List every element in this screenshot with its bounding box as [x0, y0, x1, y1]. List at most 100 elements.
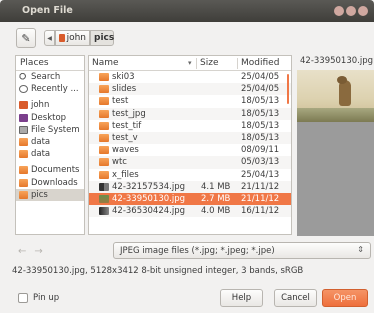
column-name[interactable]: Name [92, 58, 119, 68]
column-size[interactable]: Size [200, 58, 218, 68]
drive-icon [19, 125, 28, 134]
pin-up-checkbox[interactable] [18, 293, 28, 303]
place-search[interactable]: Search [16, 71, 84, 83]
maximize-button[interactable] [346, 6, 356, 16]
file-modified: 18/05/13 [241, 96, 280, 107]
file-modified: 25/04/05 [241, 84, 280, 95]
nav-arrows: ←→ [18, 246, 51, 257]
file-modified: 05/03/13 [241, 157, 280, 168]
file-name: test_v [112, 132, 138, 143]
file-row[interactable]: test 18/05/13 [89, 95, 291, 107]
window-title: Open File [22, 5, 73, 16]
place-pics[interactable]: pics [16, 188, 84, 201]
image-info: 42-33950130.jpg, 5128x3412 8-bit unsigne… [12, 266, 304, 276]
file-type-filter[interactable]: JPEG image files (*.jpg; *.jpeg; *.jpe) … [113, 242, 371, 259]
home-icon [59, 34, 65, 42]
folder-icon [19, 178, 28, 187]
window-controls [334, 6, 368, 16]
folder-icon [99, 109, 109, 118]
pencil-icon: ✎ [21, 31, 31, 45]
home-icon [19, 101, 28, 110]
folder-icon [19, 166, 28, 175]
folder-icon [99, 158, 109, 167]
file-name: 42-32157534.jpg [112, 181, 186, 192]
preview-pane [297, 70, 374, 236]
file-size: 4.0 MB [201, 206, 231, 217]
help-button[interactable]: Help [220, 289, 263, 307]
file-modified: 18/05/13 [241, 120, 280, 131]
file-row[interactable]: 42-36530424.jpg 4.0 MB 16/11/12 [89, 205, 291, 218]
file-modified: 18/05/13 [241, 132, 280, 143]
column-modified[interactable]: Modified [241, 58, 279, 68]
location-toolbar: ✎ ◀ john pics [0, 22, 374, 54]
file-row[interactable]: ski03 25/04/05 [89, 71, 291, 83]
file-modified: 21/11/12 [241, 181, 280, 192]
close-button[interactable] [358, 6, 368, 16]
file-name: ski03 [112, 72, 135, 82]
file-size: 2.7 MB [201, 193, 231, 204]
file-name: test_tif [112, 120, 142, 131]
file-row[interactable]: test_jpg 18/05/13 [89, 107, 291, 120]
clock-icon [19, 85, 28, 94]
file-modified: 21/11/12 [241, 193, 280, 204]
folder-icon [19, 138, 28, 147]
file-name: test [112, 96, 129, 107]
type-location-button[interactable]: ✎ [16, 28, 36, 48]
folder-icon [19, 150, 28, 159]
folder-icon [99, 85, 109, 94]
file-name: wtc [112, 157, 127, 168]
image-icon [99, 182, 109, 191]
places-sidebar: Places Search Recently ... john Desktop … [15, 55, 85, 235]
place-data-1[interactable]: data [16, 136, 84, 148]
file-modified: 18/05/13 [241, 108, 280, 119]
place-recently-used[interactable]: Recently ... [16, 83, 84, 95]
sort-chevron-icon[interactable]: ▾ [188, 59, 192, 67]
file-name: slides [112, 84, 137, 95]
path-label: pics [94, 33, 115, 43]
path-label: john [66, 33, 86, 43]
pin-up-label: Pin up [33, 293, 60, 303]
file-row[interactable]: test_tif 18/05/13 [89, 120, 291, 132]
path-scroll-left-button[interactable]: ◀ [44, 30, 55, 46]
arrow-left-icon[interactable]: ← [18, 246, 34, 257]
place-home[interactable]: john [16, 99, 84, 111]
folder-icon [99, 73, 109, 81]
place-desktop[interactable]: Desktop [16, 112, 84, 124]
file-row[interactable]: test_v 18/05/13 [89, 131, 291, 145]
file-row[interactable]: 42-33950130.jpg 2.7 MB 21/11/12 [89, 192, 291, 206]
preview-image [297, 70, 374, 122]
file-row[interactable]: x_files 25/04/13 [89, 169, 291, 181]
place-data-2[interactable]: data [16, 148, 84, 160]
arrow-right-icon[interactable]: → [34, 246, 50, 257]
file-size: 4.1 MB [201, 181, 231, 192]
folder-icon [99, 133, 109, 142]
place-downloads[interactable]: Downloads [16, 177, 84, 189]
scroll-indicator[interactable] [287, 74, 289, 104]
file-row[interactable]: waves 08/09/11 [89, 144, 291, 156]
file-list-header: Name ▾ Size Modified [89, 56, 291, 71]
open-button[interactable]: Open [322, 289, 368, 307]
place-file-system[interactable]: File System [16, 124, 84, 136]
file-row[interactable]: wtc 05/03/13 [89, 156, 291, 169]
minimize-button[interactable] [334, 6, 344, 16]
image-icon [99, 194, 109, 203]
chevron-updown-icon: ⇕ [357, 245, 364, 254]
folder-icon [99, 121, 109, 130]
file-list: Name ▾ Size Modified ski03 25/04/05 slides… [88, 55, 292, 235]
path-button-john[interactable]: john [55, 30, 90, 46]
file-name: 42-33950130.jpg [112, 193, 186, 204]
file-row[interactable]: 42-32157534.jpg 4.1 MB 21/11/12 [89, 180, 291, 193]
cancel-button[interactable]: Cancel [274, 289, 317, 307]
places-header[interactable]: Places [16, 56, 84, 71]
file-name: waves [112, 145, 139, 156]
place-documents[interactable]: Documents [16, 164, 84, 176]
file-modified: 25/04/05 [241, 72, 280, 82]
file-modified: 08/09/11 [241, 145, 280, 156]
image-icon [99, 207, 109, 216]
file-name: 42-36530424.jpg [112, 206, 186, 217]
pin-up-toggle[interactable]: Pin up [18, 293, 59, 303]
search-icon [19, 73, 28, 82]
path-button-pics[interactable]: pics [90, 30, 114, 46]
file-row[interactable]: slides 25/04/05 [89, 83, 291, 96]
file-modified: 16/11/12 [241, 206, 280, 217]
